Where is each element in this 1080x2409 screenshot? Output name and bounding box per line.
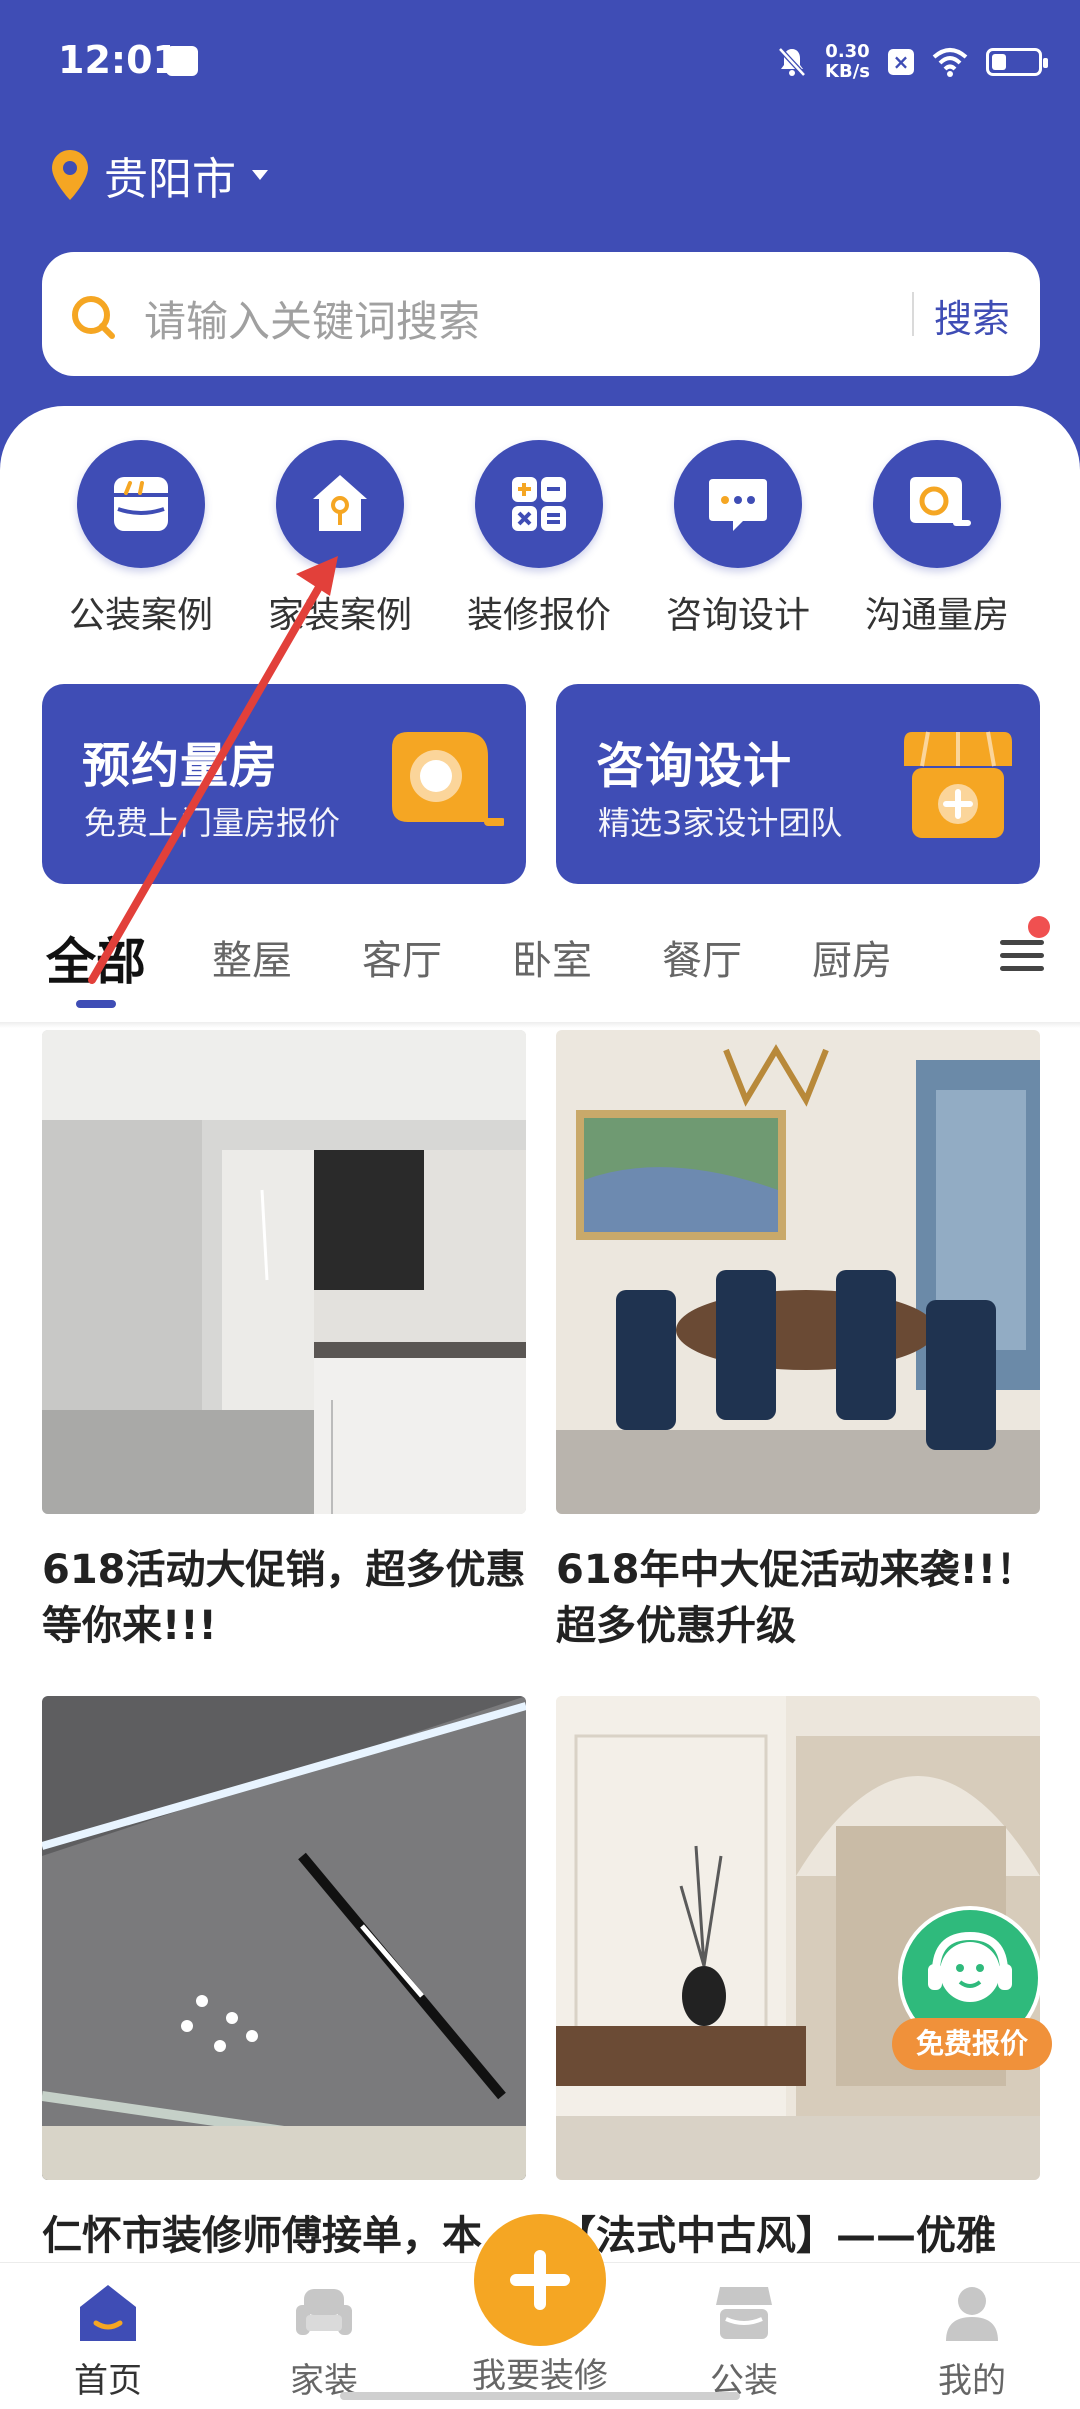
tab-living-room[interactable]: 客厅	[362, 928, 442, 986]
category-grid: 公装案例 家装案例 装修报价 咨询设计 沟通量房	[0, 440, 1080, 650]
promo-subtitle: 免费上门量房报价	[84, 804, 341, 842]
tape-measure-icon	[392, 732, 504, 826]
tab-menu-button[interactable]	[990, 916, 1050, 980]
free-quote-label: 免费报价	[892, 2018, 1052, 2070]
menu-line	[1000, 953, 1044, 958]
tab-dining-room[interactable]: 餐厅	[662, 928, 742, 986]
nav-label: 我的	[938, 2361, 1006, 2401]
city-selector[interactable]: 贵阳市	[50, 140, 270, 210]
nav-home-decor[interactable]: 家装	[254, 2281, 394, 2402]
search-divider	[912, 292, 914, 336]
case-title: 618活动大促销，超多优惠等你来!!!	[42, 1547, 526, 1649]
room-filter-tabs: 全部 整屋 客厅 卧室 餐厅 厨房	[0, 900, 1080, 1020]
category-label: 家装案例	[267, 595, 412, 636]
case-image-ceiling-lights	[42, 1696, 526, 2180]
tape-measure-icon	[910, 477, 971, 526]
category-home-cases[interactable]: 家装案例	[245, 440, 435, 638]
category-design-consult[interactable]: 咨询设计	[643, 440, 833, 638]
user-icon	[946, 2287, 998, 2341]
case-card[interactable]: 618活动大促销，超多优惠等你来!!!	[42, 1030, 526, 1654]
calculator-icon	[512, 477, 566, 531]
search-icon	[72, 296, 115, 339]
status-bar: 12:01 0.30 KB/s ×	[0, 0, 1080, 120]
case-title: 【法式中古风】——优雅	[556, 2213, 996, 2259]
promo-title: 咨询设计	[596, 738, 793, 794]
case-card[interactable]: 仁怀市装修师傅接单，本	[42, 1696, 526, 2264]
gesture-bar	[340, 2392, 740, 2400]
renovate-label: 我要装修	[472, 2356, 608, 2396]
case-image-dining-room	[556, 1030, 1040, 1514]
shop-icon	[716, 2287, 772, 2339]
speed-value: 0.30	[825, 41, 870, 62]
category-icon-circle	[475, 440, 603, 568]
sofa-icon	[296, 2289, 352, 2335]
category-commercial-cases[interactable]: 公装案例	[46, 440, 236, 638]
battery-icon	[986, 48, 1048, 76]
nav-profile[interactable]: 我的	[902, 2281, 1042, 2402]
promo-subtitle: 精选3家设计团队	[598, 804, 843, 842]
case-card[interactable]: 618年中大促活动来袭!!！超多优惠升级	[556, 1030, 1040, 1654]
promo-title: 预约量房	[82, 738, 279, 794]
shop-icon	[114, 477, 168, 531]
category-icon-circle	[873, 440, 1001, 568]
tab-kitchen[interactable]: 厨房	[812, 928, 892, 986]
tabs-divider	[0, 1022, 1080, 1028]
category-label: 公装案例	[68, 595, 213, 636]
case-title: 618年中大促活动来袭!!！超多优惠升级	[556, 1547, 1036, 1649]
city-name: 贵阳市	[104, 154, 236, 205]
category-renovation-quote[interactable]: 装修报价	[444, 440, 634, 638]
category-label: 沟通量房	[864, 595, 1009, 636]
speed-unit: KB/s	[825, 61, 870, 82]
network-speed: 0.30 KB/s	[825, 42, 870, 82]
chat-icon	[709, 479, 767, 531]
home-icon	[80, 2285, 136, 2341]
active-tab-indicator	[76, 1000, 116, 1008]
plus-icon	[510, 2250, 570, 2310]
free-quote-float-button[interactable]: 免费报价	[890, 1906, 1054, 2076]
shop-plus-icon	[904, 731, 1012, 838]
house-key-icon	[313, 475, 367, 531]
tab-bedroom[interactable]: 卧室	[512, 928, 592, 986]
mute-bell-icon	[778, 47, 806, 77]
notification-app-icon	[166, 46, 198, 76]
category-label: 装修报价	[466, 595, 611, 636]
tab-all[interactable]: 全部	[46, 922, 146, 994]
category-icon-circle	[674, 440, 802, 568]
status-indicators: 0.30 KB/s ×	[777, 40, 1048, 84]
tab-whole-house[interactable]: 整屋	[212, 928, 292, 986]
notification-dot	[1028, 916, 1050, 938]
battery-level	[992, 54, 1006, 70]
search-button[interactable]: 搜索	[934, 288, 1010, 343]
nav-label: 首页	[74, 2361, 142, 2401]
nav-home[interactable]: 首页	[38, 2281, 178, 2402]
nav-commercial[interactable]: 公装	[674, 2281, 814, 2402]
renovate-fab-button[interactable]	[474, 2214, 606, 2346]
promo-design-consult[interactable]: 咨询设计 精选3家设计团队	[556, 684, 1040, 884]
category-label: 咨询设计	[665, 595, 810, 636]
case-title: 仁怀市装修师傅接单，本	[42, 2213, 482, 2259]
location-pin-icon	[52, 150, 88, 200]
category-icon-circle	[77, 440, 205, 568]
menu-line	[1000, 966, 1044, 971]
case-image-kitchen-hallway	[42, 1030, 526, 1514]
menu-line	[1000, 940, 1044, 945]
status-time: 12:01	[58, 38, 179, 82]
search-input[interactable]: 请输入关键词搜索	[144, 288, 480, 349]
promo-book-measurement[interactable]: 预约量房 免费上门量房报价	[42, 684, 526, 884]
category-measure-room[interactable]: 沟通量房	[842, 440, 1032, 638]
caret-down-icon	[252, 170, 268, 180]
close-notification-icon: ×	[888, 49, 914, 75]
category-icon-circle	[276, 440, 404, 568]
wifi-icon	[932, 48, 968, 77]
search-bar[interactable]: 请输入关键词搜索 搜索	[42, 252, 1040, 376]
